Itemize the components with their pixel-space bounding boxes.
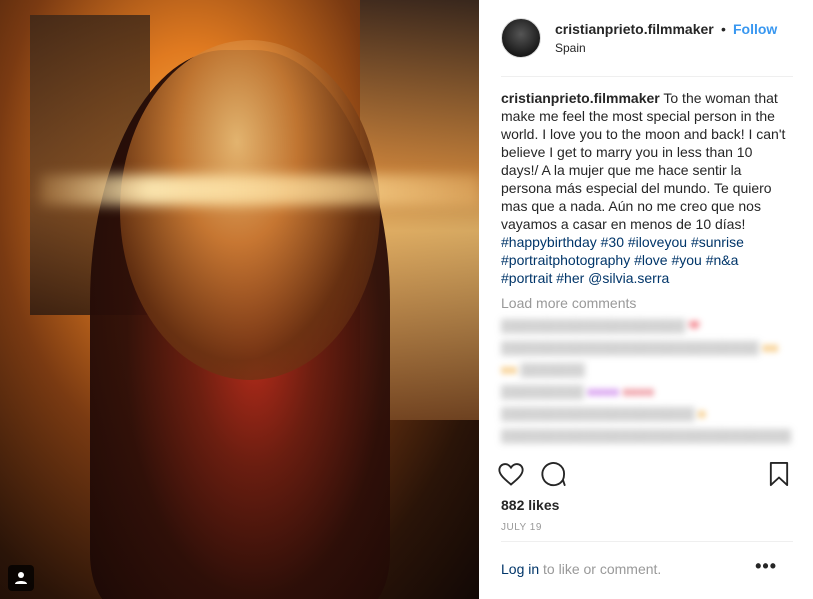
header-divider xyxy=(501,76,793,77)
hashtag[interactable]: #love xyxy=(634,252,667,268)
hashtag[interactable]: #happybirthday xyxy=(501,234,597,250)
post-photo[interactable] xyxy=(0,0,479,599)
post-caption: cristianprieto.filmmaker To the woman th… xyxy=(501,89,791,287)
hashtag[interactable]: #iloveyou xyxy=(628,234,687,250)
login-prompt-text: to like or comment. xyxy=(539,561,662,577)
hashtag[interactable]: #sunrise xyxy=(691,234,744,250)
hashtag[interactable]: #portraitphotography xyxy=(501,252,630,268)
username-link[interactable]: cristianprieto.filmmaker xyxy=(555,21,714,37)
avatar[interactable] xyxy=(501,18,541,58)
list-item: ▒▒▒▒▒▒▒▒▒▒▒▒▒▒▒▒▒▒▒▒▒ ● xyxy=(501,406,706,421)
hashtag[interactable]: #you xyxy=(671,252,701,268)
bookmark-icon[interactable] xyxy=(765,460,793,488)
post-header: cristianprieto.filmmaker • Follow Spain xyxy=(501,18,793,78)
likes-count[interactable]: 882 likes xyxy=(501,497,559,513)
list-item: ▒▒▒▒▒▒▒▒▒▒▒▒▒▒▒▒▒▒▒▒ ❤ xyxy=(501,318,700,333)
caption-text: To the woman that make me feel the most … xyxy=(501,90,786,232)
list-item: ▒▒▒▒▒▒▒▒▒ ●●●● ●●●● xyxy=(501,384,654,399)
hashtag[interactable]: #portrait xyxy=(501,270,552,286)
login-link[interactable]: Log in xyxy=(501,561,539,577)
person-tag-icon[interactable] xyxy=(8,565,34,591)
mention[interactable]: @silvia.serra xyxy=(588,270,669,286)
list-item: ▒▒▒▒▒▒▒▒▒▒▒▒▒▒▒▒▒▒▒▒▒▒▒▒▒▒▒▒▒▒▒▒ xyxy=(501,428,791,443)
footer-divider xyxy=(501,541,793,542)
ellipsis-icon[interactable]: ••• xyxy=(755,556,777,577)
photo-sun-glare xyxy=(40,175,479,205)
heart-outline-icon[interactable] xyxy=(497,460,525,488)
hashtag[interactable]: #her xyxy=(556,270,584,286)
hashtag[interactable]: #30 xyxy=(601,234,624,250)
post-actions xyxy=(497,460,793,490)
load-more-comments-button[interactable]: Load more comments xyxy=(501,295,636,311)
post-date: JULY 19 xyxy=(501,522,542,533)
location-link[interactable]: Spain xyxy=(555,41,586,55)
list-item: ●● ▒▒▒▒▒▒▒ xyxy=(501,362,585,377)
comments-list-blurred: ▒▒▒▒▒▒▒▒▒▒▒▒▒▒▒▒▒▒▒▒ ❤ ▒▒▒▒▒▒▒▒▒▒▒▒▒▒▒▒▒… xyxy=(501,318,791,450)
post-side-panel: cristianprieto.filmmaker • Follow Spain … xyxy=(479,0,813,599)
photo-backlight xyxy=(120,40,380,380)
login-prompt: Log in to like or comment. xyxy=(501,561,661,577)
hashtag[interactable]: #n&a xyxy=(706,252,739,268)
caption-username[interactable]: cristianprieto.filmmaker xyxy=(501,90,660,106)
follow-button[interactable]: Follow xyxy=(733,21,777,37)
separator-dot: • xyxy=(721,21,726,37)
speech-bubble-icon[interactable] xyxy=(539,460,567,488)
list-item: ▒▒▒▒▒▒▒▒▒▒▒▒▒▒▒▒▒▒▒▒▒▒▒▒▒▒▒▒ ●● xyxy=(501,340,779,355)
